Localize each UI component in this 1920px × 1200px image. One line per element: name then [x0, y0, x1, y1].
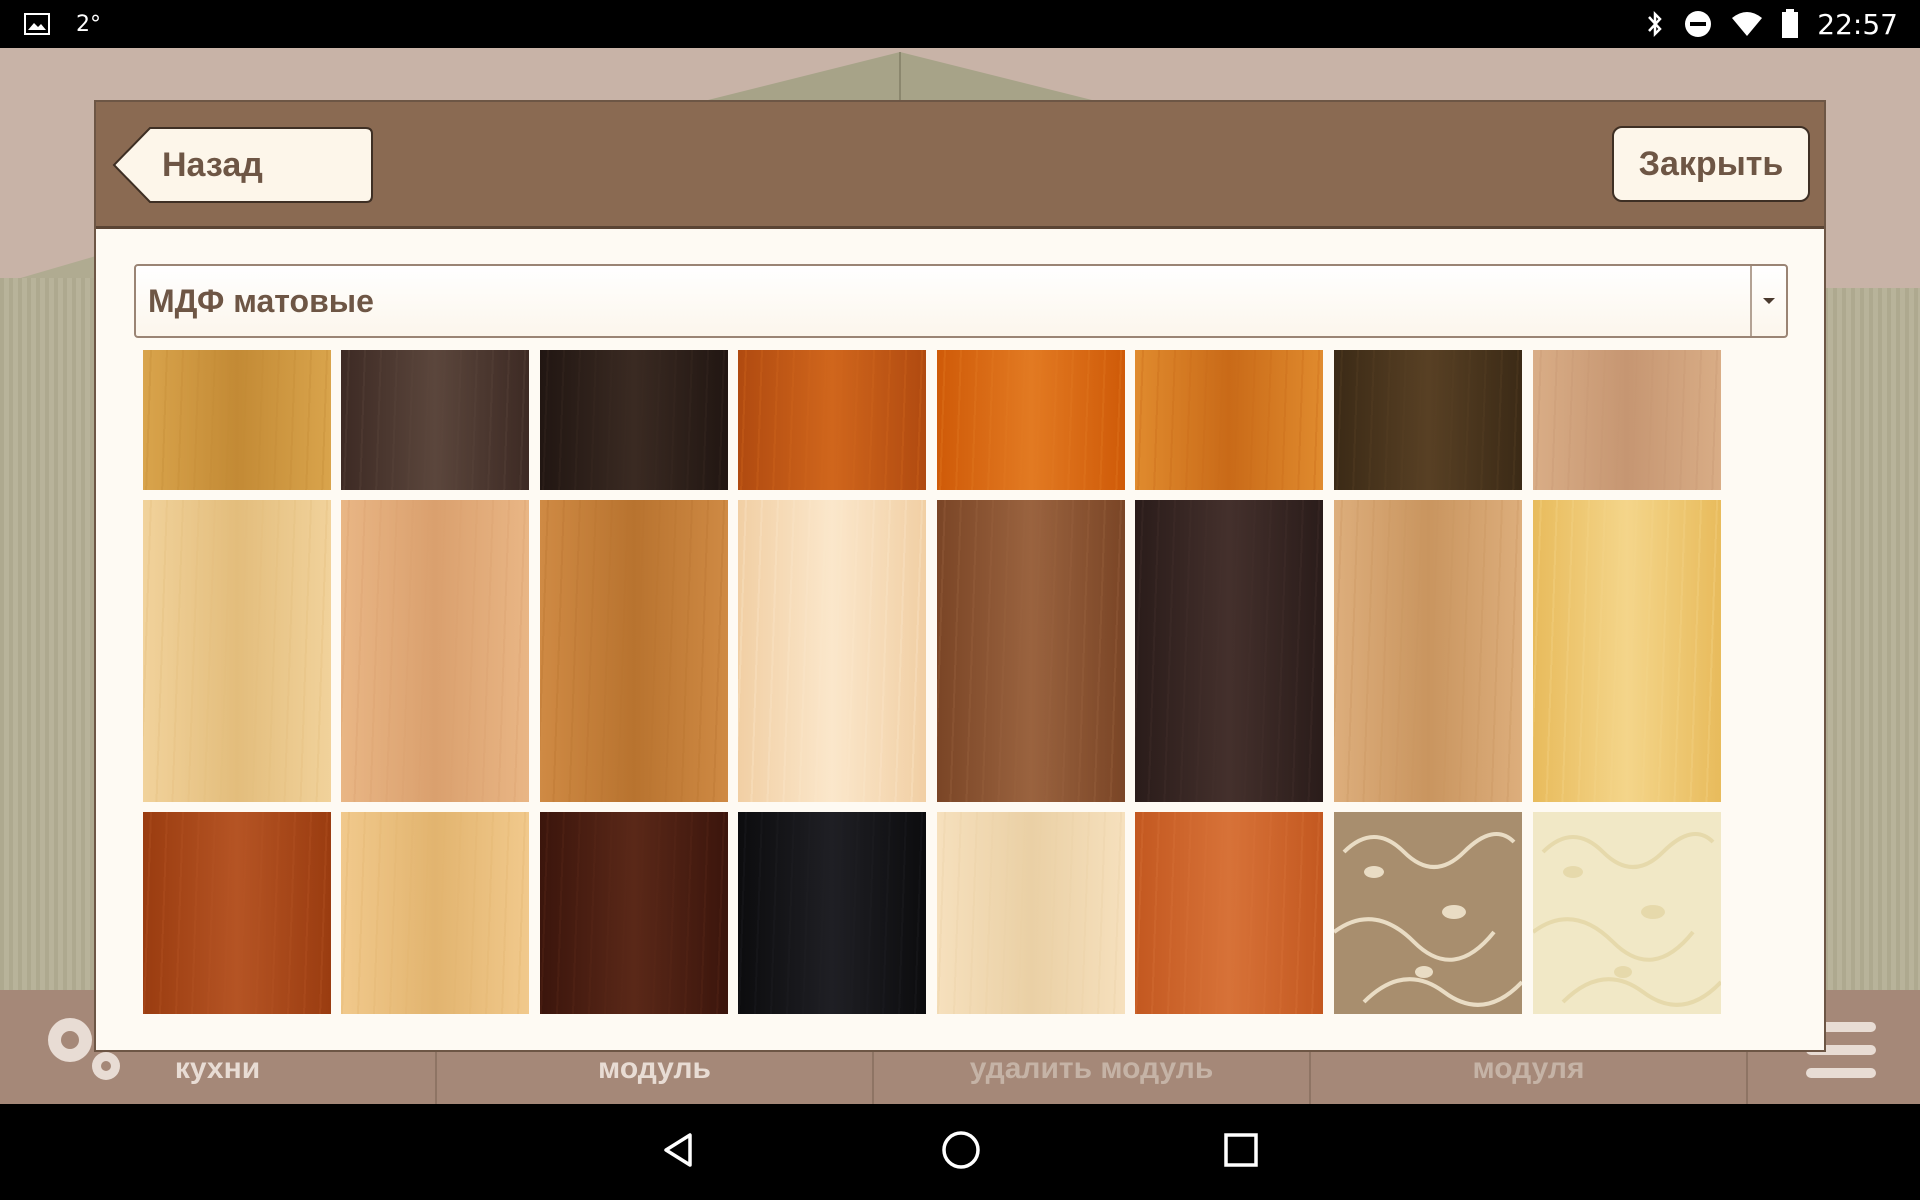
- texture-swatch[interactable]: [540, 812, 728, 1014]
- wifi-icon: [1731, 10, 1763, 38]
- texture-swatch[interactable]: [738, 500, 926, 802]
- temperature-text: 2°: [76, 11, 101, 37]
- texture-swatch[interactable]: [143, 350, 331, 490]
- texture-swatch[interactable]: [341, 812, 529, 1014]
- texture-swatch[interactable]: [738, 350, 926, 490]
- wall-left: [0, 278, 96, 1078]
- category-select[interactable]: МДФ матовые: [134, 264, 1788, 338]
- close-button[interactable]: Закрыть: [1612, 126, 1810, 202]
- toolbar-label: кухни: [174, 1052, 261, 1085]
- battery-icon: [1781, 9, 1799, 39]
- texture-swatch[interactable]: [1135, 500, 1323, 802]
- texture-swatch[interactable]: [1531, 812, 1723, 1014]
- recents-icon[interactable]: [1222, 1131, 1260, 1173]
- chevron-down-icon: [1750, 266, 1786, 336]
- home-icon[interactable]: [940, 1129, 982, 1175]
- texture-swatch[interactable]: [738, 812, 926, 1014]
- texture-swatch[interactable]: [143, 812, 331, 1014]
- texture-swatch[interactable]: [1135, 350, 1323, 490]
- texture-swatch[interactable]: [1334, 500, 1522, 802]
- texture-swatch[interactable]: [143, 500, 331, 802]
- toolbar-label: модуль: [598, 1052, 711, 1085]
- navigation-bar: [0, 1104, 1920, 1200]
- back-button[interactable]: Назад: [110, 126, 374, 204]
- texture-swatch[interactable]: [540, 500, 728, 802]
- back-button-label: Назад: [162, 146, 263, 184]
- do-not-disturb-icon: [1683, 9, 1713, 39]
- dialog-header: Назад Закрыть: [96, 102, 1824, 229]
- texture-picker-dialog: Назад Закрыть МДФ матовые: [96, 102, 1824, 1050]
- texture-swatch[interactable]: [341, 350, 529, 490]
- back-icon[interactable]: [660, 1130, 700, 1174]
- wall-right: [1824, 288, 1920, 1078]
- texture-swatch[interactable]: [1334, 350, 1522, 490]
- clock-text: 22:57: [1817, 7, 1898, 41]
- texture-swatch[interactable]: [1533, 500, 1721, 802]
- texture-swatch[interactable]: [1533, 350, 1721, 490]
- toolbar-label: модуля: [1472, 1052, 1585, 1085]
- category-select-value: МДФ матовые: [148, 282, 374, 319]
- texture-swatch[interactable]: [937, 500, 1125, 802]
- texture-swatch[interactable]: [341, 500, 529, 802]
- texture-swatch[interactable]: [1332, 812, 1524, 1014]
- texture-swatch[interactable]: [540, 350, 728, 490]
- status-bar: 2° 22:57: [0, 0, 1920, 48]
- toolbar-label: удалить модуль: [969, 1052, 1214, 1085]
- image-icon: [24, 13, 50, 35]
- texture-swatch[interactable]: [937, 350, 1125, 490]
- texture-swatch[interactable]: [937, 812, 1125, 1014]
- texture-swatch[interactable]: [1135, 812, 1323, 1014]
- bluetooth-icon: [1645, 9, 1665, 39]
